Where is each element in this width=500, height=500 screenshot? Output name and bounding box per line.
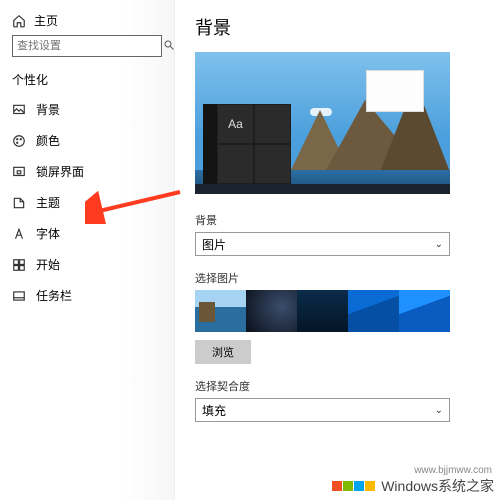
sidebar-item-label: 字体	[36, 225, 60, 242]
sidebar-item-label: 任务栏	[36, 287, 72, 304]
chevron-down-icon: ⌄	[435, 405, 443, 416]
dropdown-value: 填充	[202, 402, 226, 419]
background-dropdown[interactable]: 图片 ⌄	[195, 232, 450, 256]
sidebar-item-label: 主题	[36, 194, 60, 211]
lockscreen-icon	[12, 165, 26, 179]
sidebar-item-colors[interactable]: 颜色	[0, 125, 174, 156]
fit-label: 选择契合度	[195, 378, 480, 394]
choose-label: 选择图片	[195, 270, 480, 286]
group-label: 个性化	[0, 65, 174, 94]
sidebar-item-start[interactable]: 开始	[0, 249, 174, 280]
watermark-text: Windows系统之家	[381, 476, 494, 496]
browse-button[interactable]: 浏览	[195, 340, 251, 364]
bg-thumb[interactable]	[348, 290, 399, 332]
bg-label: 背景	[195, 212, 480, 228]
sidebar-item-label: 开始	[36, 256, 60, 273]
sidebar-item-taskbar[interactable]: 任务栏	[0, 280, 174, 311]
windows-logo-icon	[354, 481, 375, 491]
palette-icon	[12, 134, 26, 148]
home-row[interactable]: 主页	[0, 8, 174, 35]
sidebar-item-fonts[interactable]: 字体	[0, 218, 174, 249]
themes-icon	[12, 196, 26, 210]
sidebar-item-background[interactable]: 背景	[0, 94, 174, 125]
sidebar-item-lockscreen[interactable]: 锁屏界面	[0, 156, 174, 187]
fonts-icon	[12, 227, 26, 241]
dropdown-value: 图片	[202, 236, 226, 253]
picture-icon	[12, 103, 26, 117]
background-preview: Aa	[195, 52, 450, 194]
start-icon	[12, 258, 26, 272]
bg-thumb[interactable]	[297, 290, 348, 332]
search-input[interactable]	[12, 35, 162, 57]
windows-logo-icon	[332, 481, 353, 491]
watermark-url: www.bjjmww.com	[414, 465, 492, 476]
sidebar-item-label: 颜色	[36, 132, 60, 149]
page-title: 背景	[195, 14, 480, 40]
chevron-down-icon: ⌄	[435, 239, 443, 250]
search-field[interactable]	[17, 40, 159, 52]
sidebar-item-themes[interactable]: 主题	[0, 187, 174, 218]
sidebar-item-label: 锁屏界面	[36, 163, 84, 180]
home-icon	[12, 14, 26, 28]
thumbnail-row	[195, 290, 480, 332]
home-label: 主页	[34, 12, 58, 29]
bg-thumb[interactable]	[195, 290, 246, 332]
sidebar-item-label: 背景	[36, 101, 60, 118]
fit-dropdown[interactable]: 填充 ⌄	[195, 398, 450, 422]
watermark: Windows系统之家	[332, 476, 494, 496]
preview-tile-aa: Aa	[217, 104, 254, 144]
bg-thumb[interactable]	[246, 290, 297, 332]
taskbar-icon	[12, 289, 26, 303]
bg-thumb[interactable]	[399, 290, 450, 332]
search-icon	[159, 39, 175, 54]
